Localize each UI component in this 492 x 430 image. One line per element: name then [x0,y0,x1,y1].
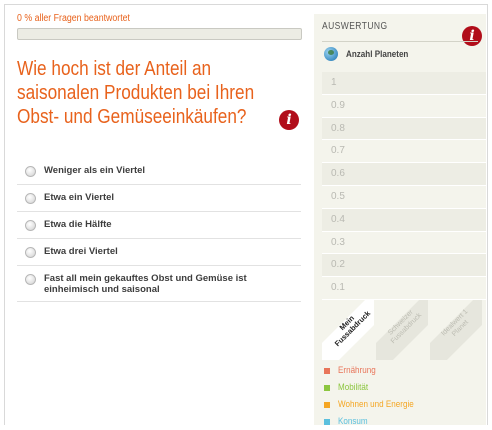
scale-tick: 0.4 [322,208,486,232]
evaluation-title: AUSWERTUNG [322,21,388,32]
legend-swatch [324,384,330,391]
metric-label: Anzahl Planeten [346,48,409,60]
scale-tick: 1 [322,72,486,95]
answer-label: Weniger als ein Viertel [44,165,146,176]
question-info-icon[interactable]: i [279,110,299,130]
scale-tick: 0.5 [322,186,486,209]
answer-label: Etwa die Hälfte [44,219,112,230]
radio-button[interactable] [25,193,36,204]
legend-swatch [324,401,330,408]
legend-item: Mobilität [324,379,427,396]
radio-button[interactable] [25,220,36,231]
tab-my-footprint[interactable]: Mein Fussabdruck [322,300,374,360]
metric-header: Anzahl Planeten [324,47,419,61]
answer-list: Weniger als ein Viertel Etwa ein Viertel… [17,158,301,302]
legend-label: Ernährung [338,365,376,376]
legend-label: Mobilität [338,382,369,393]
scale-tick: 0.9 [322,95,486,118]
legend-item: Ernährung [324,362,427,379]
legend-swatch [324,418,330,425]
answer-option[interactable]: Etwa drei Viertel [17,239,301,266]
legend-swatch [324,367,330,374]
footprint-tabs: Mein Fussabdruck Schweizer Fussabdruck I… [322,300,486,360]
radio-button[interactable] [25,247,36,258]
question-title: Wie hoch ist der Anteil an saisonalen Pr… [17,58,255,128]
answer-option[interactable]: Etwa die Hälfte [17,212,301,239]
planet-scale: 1 0.9 0.8 0.7 0.6 0.5 0.4 0.3 0.2 0.1 [322,72,486,300]
scale-tick: 0.8 [322,117,486,141]
answer-option[interactable]: Etwa ein Viertel [17,185,301,212]
evaluation-info-icon[interactable]: i [462,26,482,46]
scale-tick: 0.3 [322,232,486,255]
scale-tick: 0.2 [322,254,486,278]
answer-label: Etwa ein Viertel [44,192,115,203]
legend-item: Wohnen und Energie [324,396,427,413]
legend-label: Konsum [338,416,368,427]
tab-swiss-footprint[interactable]: Schweizer Fussabdruck [376,300,428,360]
evaluation-panel: AUSWERTUNG i Anzahl Planeten 1 0.9 0.8 0… [314,14,486,427]
answer-label: Fast all mein gekauftes Obst und Gemüse … [44,273,247,295]
legend: Ernährung Mobilität Wohnen und Energie K… [324,362,427,430]
scale-tick: 0.6 [322,163,486,186]
globe-icon [324,47,338,61]
legend-item: Konsum [324,413,427,430]
scale-tick: 0.7 [322,140,486,164]
answer-option[interactable]: Weniger als ein Viertel [17,158,301,185]
tab-ideal-value[interactable]: Idealwert 1 Planet [430,300,482,360]
divider [322,41,478,42]
scale-tick: 0.1 [322,277,486,300]
answer-label: Etwa drei Viertel [44,246,118,257]
progress-label: 0 % aller Fragen beantwortet [17,13,130,24]
legend-label: Wohnen und Energie [338,399,414,410]
question-panel: 0 % aller Fragen beantwortet Wie hoch is… [17,13,303,302]
radio-button[interactable] [25,274,36,285]
answer-option[interactable]: Fast all mein gekauftes Obst und Gemüse … [17,266,301,302]
radio-button[interactable] [25,166,36,177]
progress-bar [17,28,302,40]
